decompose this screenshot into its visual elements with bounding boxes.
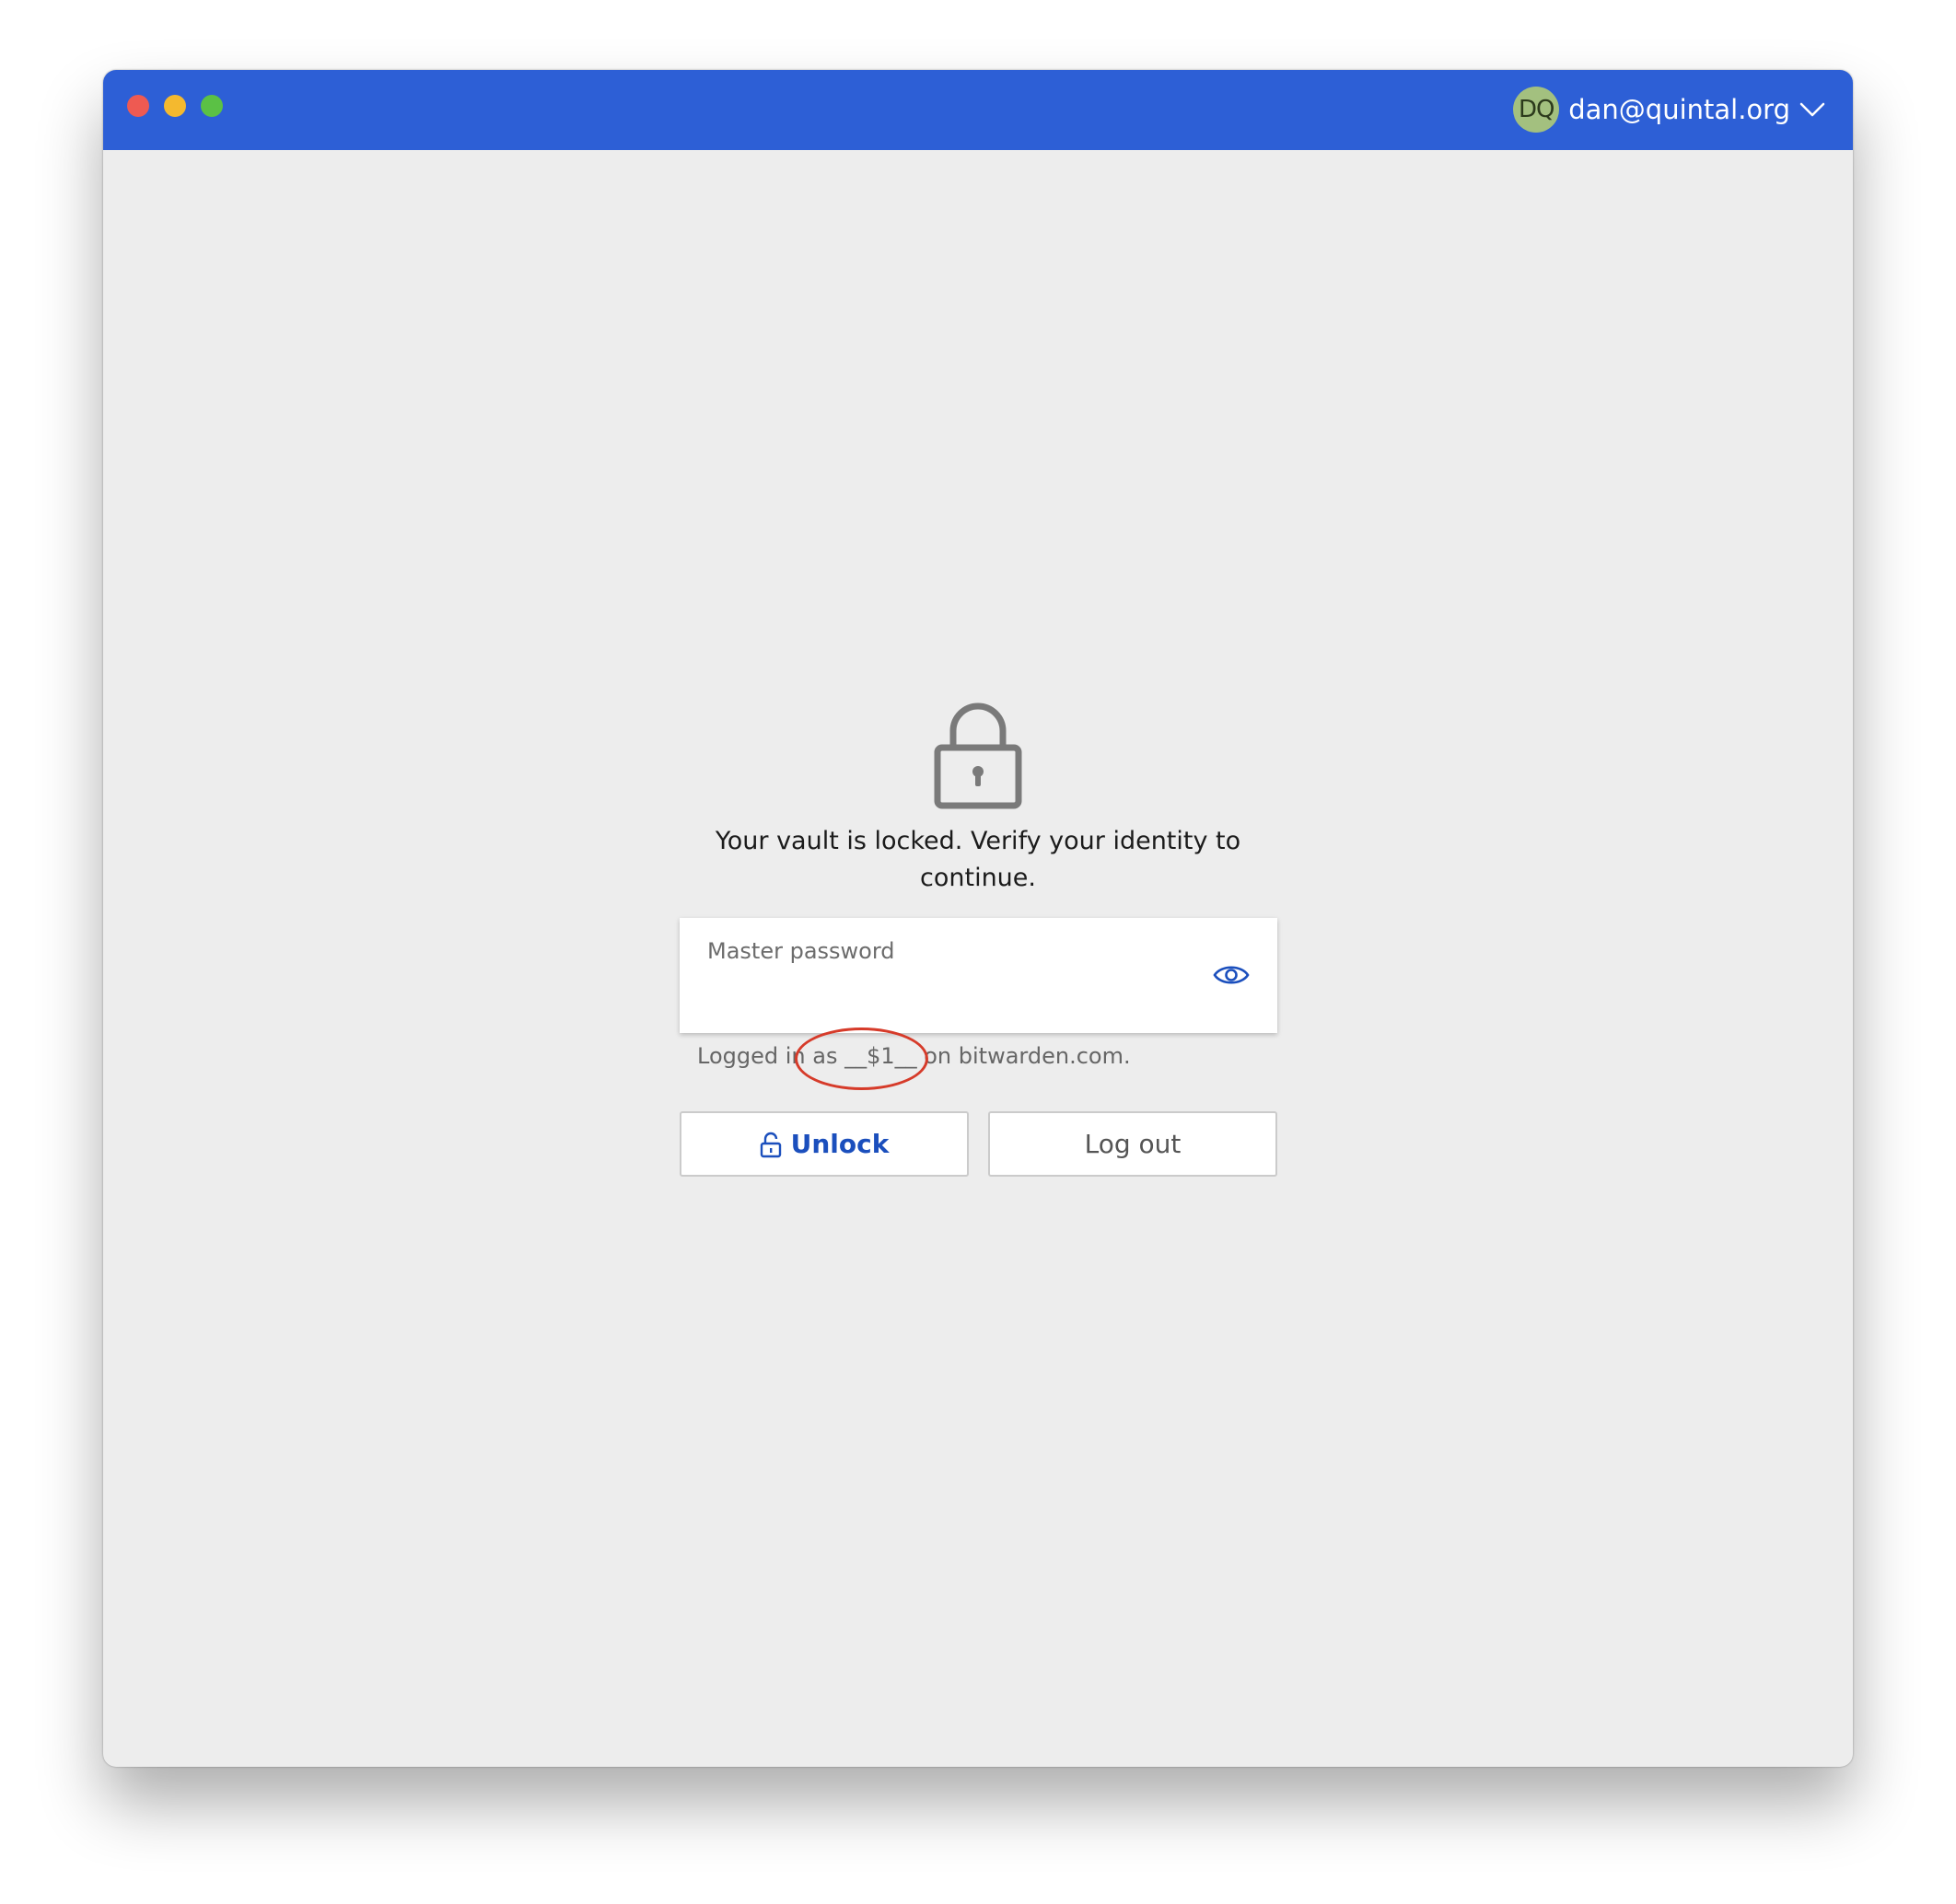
chevron-down-icon (1799, 102, 1825, 117)
close-window-button[interactable] (127, 95, 149, 117)
account-email: dan@quintal.org (1568, 94, 1790, 125)
account-switcher[interactable]: DQ dan@quintal.org (1513, 87, 1825, 133)
unlock-button[interactable]: Unlock (680, 1111, 969, 1177)
master-password-input[interactable] (707, 977, 1190, 1016)
logout-button-label: Log out (1084, 1129, 1182, 1159)
lock-icon (934, 702, 1022, 809)
avatar: DQ (1513, 87, 1560, 133)
title-bar: DQ dan@quintal.org (103, 70, 1853, 150)
eye-icon[interactable] (1213, 961, 1250, 989)
maximize-window-button[interactable] (201, 95, 223, 117)
lock-message: Your vault is locked. Verify your identi… (715, 827, 1241, 892)
app-window: DQ dan@quintal.org Your vault is locked.… (103, 70, 1853, 1767)
unlock-icon (760, 1132, 781, 1157)
logout-button[interactable]: Log out (988, 1111, 1277, 1177)
annotation-circle (795, 1027, 928, 1090)
master-password-label: Master password (707, 938, 895, 964)
minimize-window-button[interactable] (164, 95, 186, 117)
unlock-button-label: Unlock (790, 1129, 890, 1159)
master-password-field[interactable]: Master password (680, 918, 1277, 1033)
